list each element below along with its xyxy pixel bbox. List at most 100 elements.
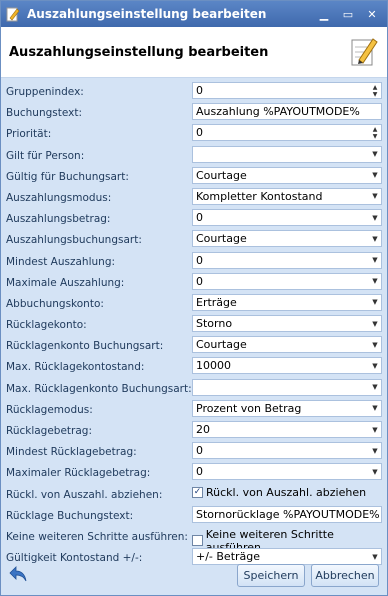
field-label: Buchungstext:	[6, 107, 82, 120]
text-input[interactable]: Stornorücklage %PAYOUTMODE%	[192, 505, 382, 523]
close-icon[interactable]: ✕	[361, 5, 383, 23]
field-value: Auszahlung %PAYOUTMODE%	[196, 105, 360, 119]
spin-input[interactable]: 0 ▲ ▼	[192, 124, 382, 142]
form-row: Rücklage Buchungstext: Stornorücklage %PA…	[1, 505, 387, 526]
maximize-icon[interactable]: ▭	[337, 5, 359, 23]
checkbox-unchecked-icon[interactable]	[192, 535, 203, 547]
chevron-down-icon[interactable]: ▼	[369, 147, 381, 162]
dropdown-select[interactable]: ▼	[192, 378, 382, 396]
dialog-footer: Speichern Abbrechen	[1, 555, 387, 595]
field-value: 0	[196, 84, 203, 97]
dropdown-select[interactable]: Courtage ▼	[192, 336, 382, 354]
field-label: Rückl. von Auszahl. abziehen:	[6, 488, 163, 501]
checkbox-label: Rückl. von Auszahl. abziehen	[206, 485, 367, 499]
settings-form: Gruppenindex: 0 ▲ ▼ Buchungstext: Auszahlung …	[1, 78, 387, 568]
field-value: 20	[196, 423, 210, 436]
dropdown-select[interactable]: Courtage ▼	[192, 166, 382, 184]
chevron-down-icon[interactable]: ▼	[369, 231, 381, 246]
spinner-arrows-icon[interactable]: ▲ ▼	[369, 83, 381, 98]
dropdown-select[interactable]: 0 ▼	[192, 272, 382, 290]
dialog-window: Auszahlungseinstellung bearbeiten ▁ ▭ ✕ …	[0, 0, 388, 596]
chevron-down-icon[interactable]: ▼	[369, 464, 381, 479]
dropdown-select[interactable]: 0 ▼	[192, 463, 382, 481]
dropdown-select[interactable]: Courtage ▼	[192, 230, 382, 248]
form-row: Maximaler Rücklagebetrag: 0 ▼	[1, 462, 387, 483]
field-value: Courtage	[196, 338, 247, 352]
form-row: Auszahlungsbetrag: 0 ▼	[1, 208, 387, 229]
form-row: Buchungstext: Auszahlung %PAYOUTMODE%	[1, 102, 387, 123]
minimize-icon[interactable]: ▁	[313, 5, 335, 23]
form-row: Rücklagebetrag: 20 ▼	[1, 420, 387, 441]
notepad-pencil-icon	[5, 6, 21, 22]
save-button[interactable]: Speichern	[237, 564, 305, 587]
back-arrow-icon[interactable]	[7, 563, 29, 585]
form-row: Rücklagenkonto Buchungsart: Courtage ▼	[1, 335, 387, 356]
form-row: Rücklagemodus: Prozent von Betrag ▼	[1, 399, 387, 420]
window-title: Auszahlungseinstellung bearbeiten	[27, 7, 267, 21]
chevron-down-icon[interactable]: ▼	[369, 189, 381, 204]
chevron-down-icon[interactable]: ▼	[369, 443, 381, 458]
field-label: Rücklagekonto:	[6, 319, 87, 332]
form-row: Auszahlungsbuchungsart: Courtage ▼	[1, 229, 387, 250]
cancel-button[interactable]: Abbrechen	[311, 564, 379, 587]
chevron-down-icon[interactable]: ▼	[369, 253, 381, 268]
field-label: Keine weiteren Schritte ausführen:	[6, 530, 188, 543]
field-label: Auszahlungsmodus:	[6, 191, 112, 204]
field-label: Rücklage Buchungstext:	[6, 509, 134, 522]
dropdown-select[interactable]: 10000 ▼	[192, 357, 382, 375]
dropdown-select[interactable]: Erträge ▼	[192, 293, 382, 311]
chevron-down-icon[interactable]: ▼	[369, 168, 381, 183]
dropdown-select[interactable]: Storno ▼	[192, 315, 382, 333]
page-title: Auszahlungseinstellung bearbeiten	[9, 44, 269, 60]
field-value: 0	[196, 126, 203, 140]
text-input[interactable]: Auszahlung %PAYOUTMODE%	[192, 103, 382, 121]
chevron-down-icon[interactable]: ▼	[369, 316, 381, 331]
chevron-down-icon[interactable]: ▼	[369, 274, 381, 289]
chevron-down-icon[interactable]: ▼	[369, 210, 381, 225]
field-label: Rücklagemodus:	[6, 403, 93, 416]
checkbox-field[interactable]: ✓ Rückl. von Auszahl. abziehen	[192, 486, 366, 499]
field-label: Rücklagebetrag:	[6, 425, 93, 437]
field-value: 0	[196, 465, 203, 479]
form-row: Maximale Auszahlung: 0 ▼	[1, 272, 387, 293]
spin-input[interactable]: 0 ▲ ▼	[192, 82, 382, 99]
form-row: Keine weiteren Schritte ausführen: Keine …	[1, 526, 387, 554]
field-value: 0	[196, 211, 203, 225]
chevron-down-icon[interactable]: ▼	[369, 295, 381, 310]
field-value: Courtage	[196, 168, 247, 182]
form-row: Rücklagekonto: Storno ▼	[1, 314, 387, 335]
field-label: Auszahlungsbuchungsart:	[6, 234, 142, 247]
checkbox-checked-icon[interactable]: ✓	[192, 486, 203, 498]
chevron-down-icon[interactable]: ▼	[369, 401, 381, 416]
field-label: Priorität:	[6, 128, 52, 141]
chevron-down-icon[interactable]: ▼	[369, 422, 381, 437]
form-row: Priorität: 0 ▲ ▼	[1, 123, 387, 144]
field-value: 0	[196, 274, 203, 288]
dropdown-select[interactable]: 0 ▼	[192, 251, 382, 269]
dropdown-select[interactable]: 0 ▼	[192, 209, 382, 227]
field-label: Gültig für Buchungsart:	[6, 170, 129, 183]
field-label: Max. Rücklagenkonto Buchungsart:	[6, 382, 192, 395]
form-row: Gültig für Buchungsart: Courtage ▼	[1, 166, 387, 187]
dialog-header: Auszahlungseinstellung bearbeiten	[1, 27, 387, 78]
field-value: Storno	[196, 317, 233, 331]
spinner-arrows-icon[interactable]: ▲ ▼	[369, 125, 381, 140]
dropdown-select[interactable]: ▼	[192, 145, 382, 163]
dropdown-select[interactable]: Prozent von Betrag ▼	[192, 399, 382, 417]
field-value: 0	[196, 444, 203, 458]
dropdown-select[interactable]: Kompletter Kontostand ▼	[192, 187, 382, 205]
field-label: Gruppenindex:	[6, 86, 84, 98]
form-row: Abbuchungskonto: Erträge ▼	[1, 293, 387, 314]
form-row: Gilt für Person: ▼	[1, 145, 387, 166]
dropdown-select[interactable]: 0 ▼	[192, 442, 382, 460]
chevron-down-icon[interactable]: ▼	[369, 337, 381, 352]
field-value: Stornorücklage %PAYOUTMODE%	[196, 507, 380, 521]
title-bar[interactable]: Auszahlungseinstellung bearbeiten ▁ ▭ ✕	[1, 1, 387, 27]
field-label: Mindest Auszahlung:	[6, 255, 116, 268]
chevron-down-icon[interactable]: ▼	[369, 358, 381, 373]
dropdown-select[interactable]: 20 ▼	[192, 421, 382, 438]
field-value: Prozent von Betrag	[196, 401, 302, 415]
form-row: Auszahlungsmodus: Kompletter Kontostand ▼	[1, 187, 387, 208]
chevron-down-icon[interactable]: ▼	[369, 380, 381, 395]
field-label: Auszahlungsbetrag:	[6, 213, 111, 226]
